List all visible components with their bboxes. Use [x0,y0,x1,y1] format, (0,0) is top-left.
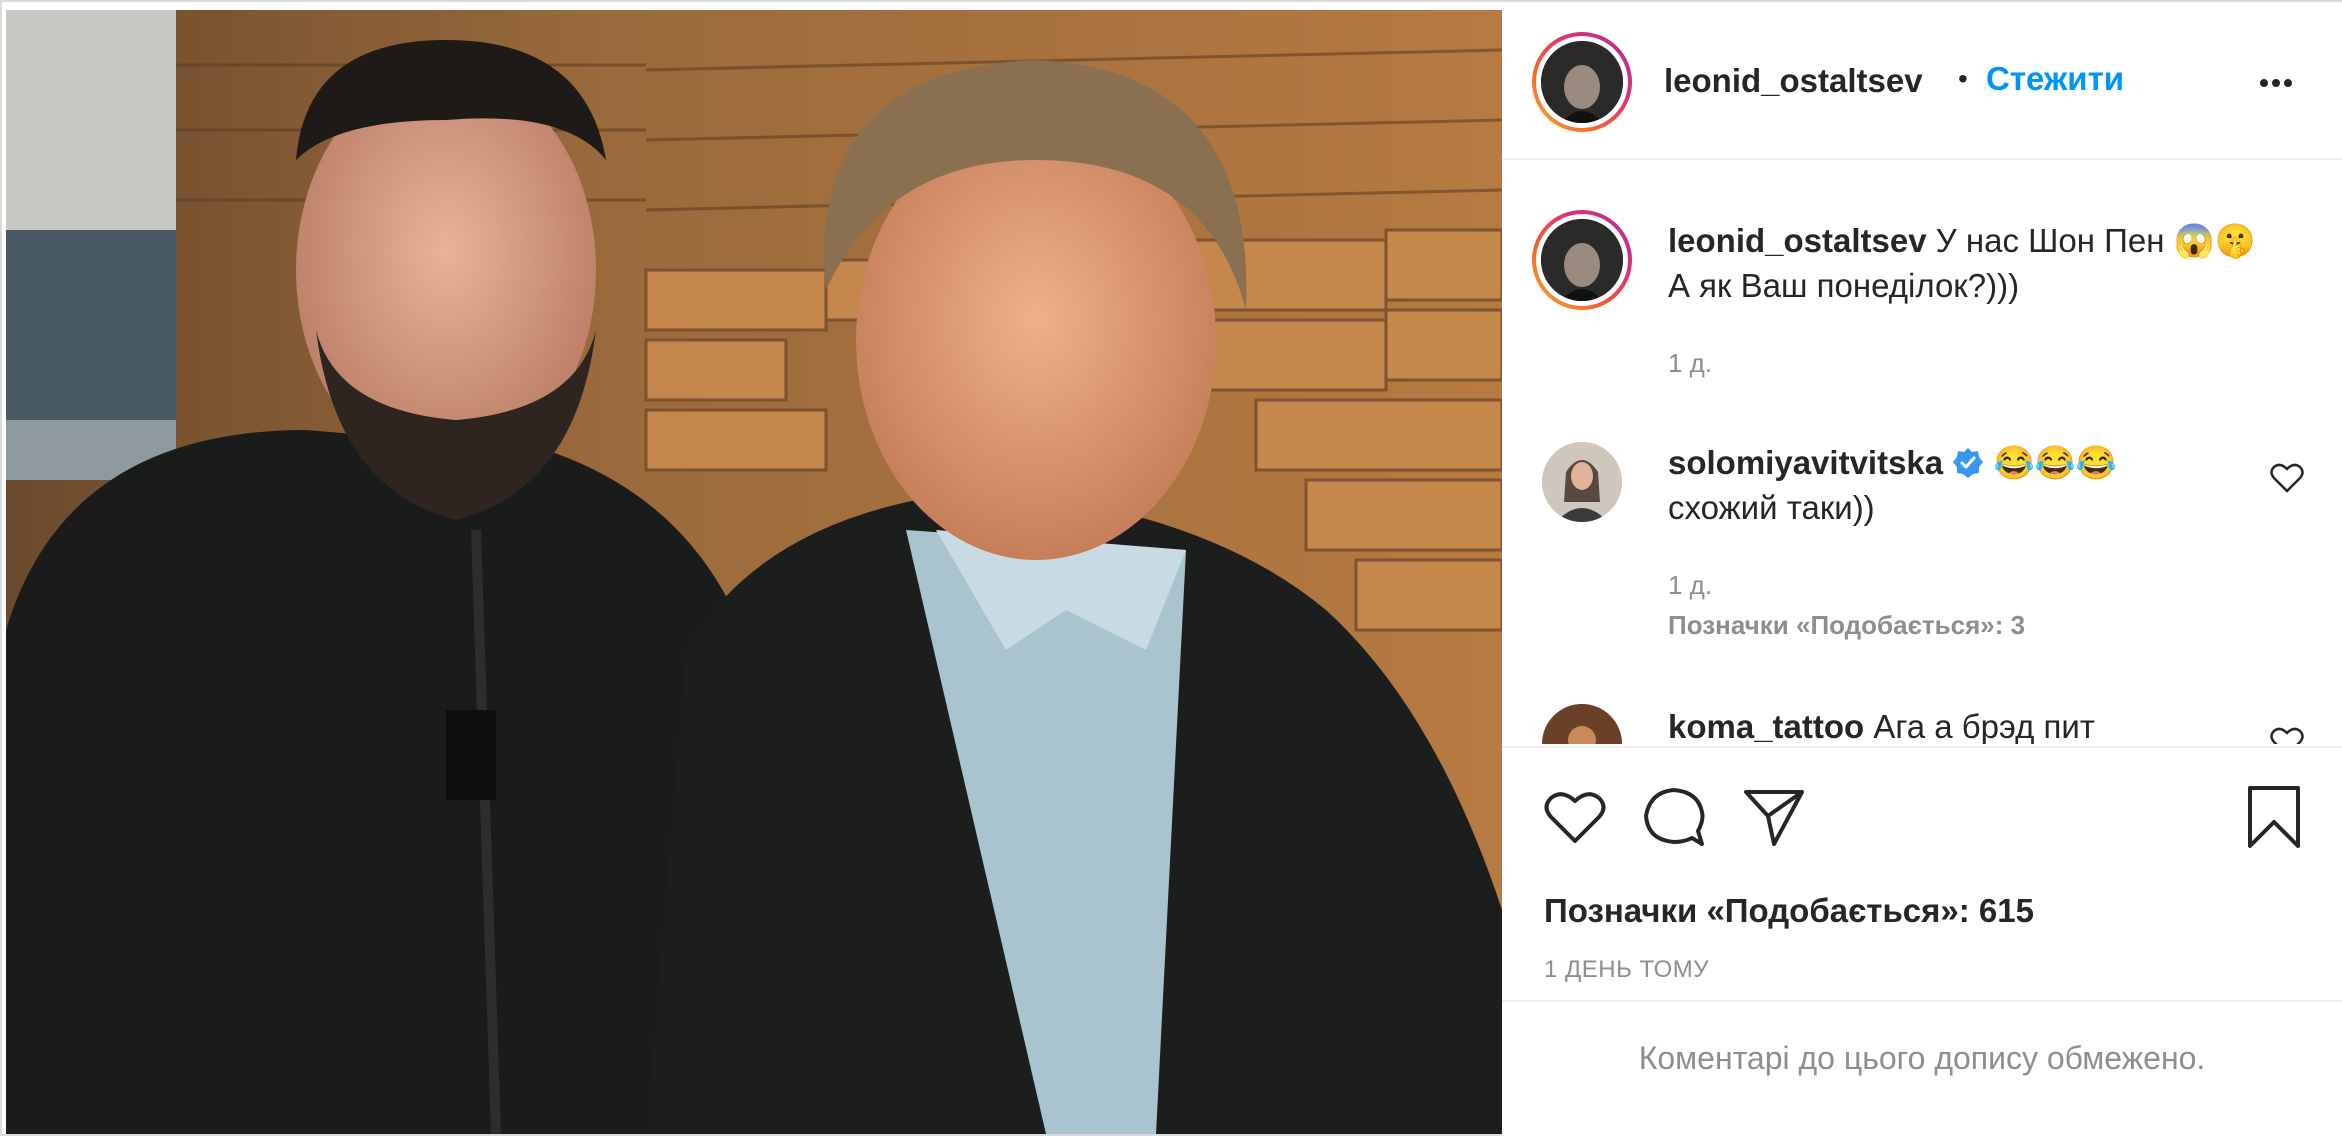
comment-like-icon[interactable] [2270,462,2304,494]
caption-username[interactable]: leonid_ostaltsev [1668,222,1927,259]
comment-like-icon[interactable] [2270,726,2304,744]
post-header: leonid_ostaltsev • Стежити [1502,2,2342,160]
comment-icon[interactable] [1642,786,1706,848]
caption-avatar[interactable] [1532,210,1632,310]
comment-1-time[interactable]: 1 д. [1668,570,1712,601]
heart-icon[interactable] [1544,788,1606,846]
share-icon[interactable] [1742,786,1806,848]
comments-footer: Коментарі до цього допису обмежено. [1502,1000,2342,1140]
caption-text: leonid_ostaltsev У нас Шон Пен 😱🤫 [1668,218,2256,263]
post-side-panel: leonid_ostaltsev • Стежити leonid_ostalt… [1502,2,2342,1138]
comments-disabled-notice: Коментарі до цього допису обмежено. [1638,1040,2206,1076]
commenter-avatar[interactable] [1542,442,1622,522]
verified-badge-icon [1953,448,1984,478]
comments-list[interactable]: leonid_ostaltsev У нас Шон Пен 😱🤫 А як В… [1502,160,2342,744]
post-dialog: leonid_ostaltsev • Стежити leonid_ostalt… [0,0,2342,1138]
caption-line1: У нас Шон Пен 😱🤫 [1935,222,2256,259]
follow-button[interactable]: Стежити [1986,56,2124,101]
bookmark-icon[interactable] [2246,784,2302,850]
post-actions: Позначки «Подобається»: 615 1 ДЕНЬ ТОМУ [1502,746,2342,1012]
caption-time[interactable]: 1 д. [1668,348,1712,379]
comment-1-username[interactable]: solomiyavitvitska [1668,444,1943,481]
comment-2-body: Ага а брэд пит [1873,708,2095,744]
comment-1-emoji: 😂😂😂 [1993,444,2117,481]
post-photo-image [6,10,1502,1134]
caption-line2: А як Ваш понеділок?))) [1668,267,2020,304]
comment-1-line1: solomiyavitvitska 😂😂😂 [1668,440,2117,485]
header-separator: • [1958,63,1968,94]
post-timestamp[interactable]: 1 ДЕНЬ ТОМУ [1544,956,1709,984]
commenter-avatar[interactable] [1542,704,1622,744]
post-photo[interactable] [6,10,1502,1134]
author-username[interactable]: leonid_ostaltsev [1664,58,1923,103]
comment-1-likes[interactable]: Позначки «Подобається»: 3 [1668,610,2025,641]
likes-count[interactable]: Позначки «Подобається»: 615 [1544,888,2034,933]
author-avatar[interactable] [1532,32,1632,132]
comment-2-username[interactable]: koma_tattoo [1668,708,1864,744]
comment-1-text: схожий таки)) [1668,489,1875,526]
comment-2-text: koma_tattoo Ага а брэд пит [1668,704,2095,744]
more-options-icon[interactable] [2252,68,2300,98]
